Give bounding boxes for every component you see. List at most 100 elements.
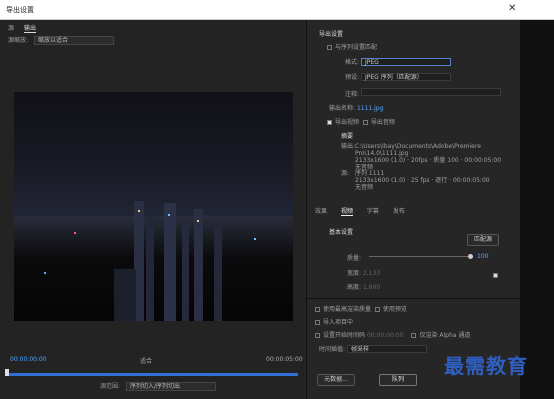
format-label: 格式: [345, 59, 360, 66]
summary-output: 输出: C:\Users\Ibay\Documents\Adobe\Premie… [341, 141, 511, 171]
fit-select[interactable]: 适合 [140, 356, 152, 365]
output-path: C:\Users\Ibay\Documents\Adobe\Premiere P… [355, 143, 481, 157]
start-timecode-row[interactable]: 设置开始时间码 00:00:00:00 仅渲染 Alpha 通道 [315, 330, 470, 339]
playhead-handle[interactable] [5, 369, 9, 376]
export-audio-checkbox[interactable] [362, 120, 368, 125]
source-spec: 2133x1600 (1.0) · 25 fps · 逐行 · 00:00:05… [355, 177, 490, 184]
output-name-link[interactable]: 1111.jpg [357, 105, 383, 112]
source-audio: 无音频 [355, 184, 374, 191]
building [164, 203, 176, 321]
export-audio-label: 导出音频 [370, 119, 395, 126]
max-render-row[interactable]: 使用最高渲染质量 使用预览 [315, 304, 407, 313]
output-spec: 2133x1600 (1.0) · 20fps · 质量 100 · 00:00… [355, 157, 502, 164]
match-sequence-checkbox[interactable] [327, 45, 332, 50]
match-sequence-label: 与序列设置匹配 [335, 44, 378, 51]
summary-source: 源: 序列 1111 2133x1600 (1.0) · 25 fps · 逐行… [341, 168, 511, 191]
tab-captions[interactable]: 字幕 [367, 208, 379, 215]
alpha-label: 仅渲染 Alpha 通道 [419, 332, 471, 339]
height-label: 高度: [347, 284, 362, 291]
comment-input[interactable] [360, 88, 501, 96]
building [182, 221, 189, 321]
preview-image [14, 92, 293, 321]
source-scale: 源缩放: 缩放以适合 [8, 35, 114, 45]
output-summary-lines: C:\Users\Ibay\Documents\Adobe\Premiere P… [355, 143, 511, 171]
light [254, 238, 256, 240]
light [74, 232, 76, 234]
tab-source[interactable]: 源 [8, 25, 14, 32]
window-title-bar: 导出设置 ✕ [0, 0, 554, 20]
width-value[interactable]: 2,133 [363, 270, 380, 277]
comment-row: 注释: [345, 88, 501, 98]
tab-output[interactable]: 输出 [23, 25, 36, 33]
building [214, 217, 222, 321]
light [197, 220, 199, 222]
watermark: 最需教育 [444, 354, 528, 378]
metadata-button[interactable]: 元数据... [317, 374, 355, 386]
match-source-button[interactable]: 匹配源 [467, 234, 499, 246]
scale-select[interactable]: 缩放以适合 [33, 36, 114, 45]
format-select[interactable]: JPEG [360, 58, 451, 66]
width-label: 宽度: [347, 270, 362, 277]
start-timecode-value[interactable]: 00:00:00:00 [367, 332, 404, 339]
import-project-row[interactable]: 导入项目中 [315, 317, 353, 326]
quality-label: 质量: [347, 255, 362, 262]
interp-row: 时间插值: 帧采样 [319, 344, 427, 353]
interp-label: 时间插值: [319, 346, 346, 353]
height-row: 高度: 1,600 [347, 282, 380, 291]
import-project-label: 导入项目中 [323, 319, 354, 326]
tab-video[interactable]: 视频 [340, 208, 353, 216]
queue-button[interactable]: 队列 [379, 374, 417, 386]
range-label: 源范围: [100, 383, 121, 390]
light [168, 214, 170, 216]
range-select[interactable]: 序列切入/序列切出 [125, 382, 216, 391]
use-preview-label: 使用预览 [382, 306, 407, 313]
match-sequence-row[interactable]: 与序列设置匹配 [327, 42, 377, 51]
basic-settings-title: 基本设置 [329, 229, 354, 236]
alpha-checkbox[interactable] [411, 333, 417, 338]
light [138, 210, 140, 212]
preview-panel: 源 输出 源缩放: 缩放以适合 00:00:00:00 适合 00:00:05:… [0, 20, 306, 399]
quality-slider[interactable] [369, 256, 473, 257]
quality-value[interactable]: 100 [477, 253, 488, 260]
source-range: 源范围: 序列切入/序列切出 [100, 381, 216, 391]
divider [307, 298, 521, 299]
max-render-checkbox[interactable] [315, 307, 320, 312]
aspect-checkbox[interactable] [493, 273, 498, 278]
output-name-row: 输出名称: 1111.jpg [329, 103, 383, 112]
duration-timecode: 00:00:05:00 [266, 356, 303, 363]
close-icon[interactable]: ✕ [508, 3, 516, 14]
import-project-checkbox[interactable] [315, 320, 320, 325]
building [146, 216, 154, 321]
comment-label: 注释: [345, 91, 360, 98]
building [114, 269, 136, 321]
source-summary-label: 源: [341, 170, 350, 177]
current-timecode[interactable]: 00:00:00:00 [10, 356, 47, 363]
height-value[interactable]: 1,600 [363, 284, 380, 291]
use-preview-checkbox[interactable] [374, 307, 380, 312]
preset-label: 预设: [345, 74, 360, 81]
export-settings-title: 导出设置 [319, 31, 344, 38]
export-settings-panel: 导出设置 与序列设置匹配 格式: JPEG 预设: JPEG 序列（匹配源） 注… [306, 20, 521, 399]
timecode-bar: 00:00:00:00 适合 00:00:05:00 [0, 356, 306, 368]
preset-select[interactable]: JPEG 序列（匹配源） [360, 73, 451, 81]
timeline-track[interactable] [6, 373, 298, 376]
preset-row: 预设: JPEG 序列（匹配源） [345, 72, 451, 81]
preview-tabs: 源 输出 [8, 23, 44, 33]
start-timecode-label: 设置开始时间码 [323, 332, 366, 339]
output-name-label: 输出名称: [329, 105, 356, 112]
max-render-label: 使用最高渲染质量 [323, 306, 372, 313]
source-name: 序列 1111 [355, 170, 385, 177]
interp-select[interactable]: 帧采样 [346, 345, 427, 353]
export-video-checkbox[interactable] [327, 120, 332, 125]
tab-effects[interactable]: 效果 [315, 208, 327, 215]
background-app-strip [520, 20, 554, 399]
start-timecode-checkbox[interactable] [315, 333, 320, 338]
export-video-label: 导出视频 [335, 119, 360, 126]
scale-label: 源缩放: [8, 37, 29, 44]
width-row: 宽度: 2,133 [347, 268, 380, 277]
format-row: 格式: JPEG [345, 57, 451, 66]
tab-publish[interactable]: 发布 [393, 208, 405, 215]
export-video-row[interactable]: 导出视频 导出音频 [327, 117, 395, 126]
light [44, 272, 46, 274]
quality-knob[interactable] [468, 254, 473, 259]
